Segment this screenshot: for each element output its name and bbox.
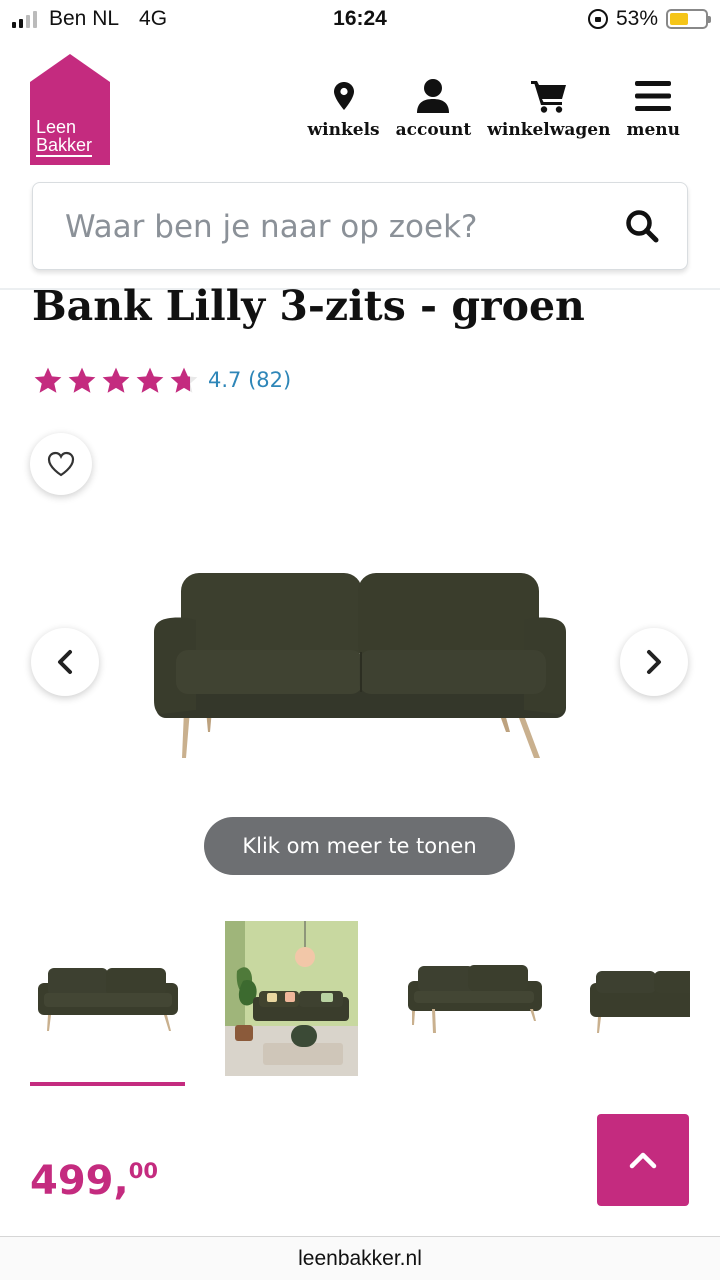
status-bar: Ben NL 4G 16:24 53% bbox=[0, 0, 720, 40]
logo-line-1: Leen bbox=[36, 117, 77, 137]
chevron-up-icon bbox=[629, 1152, 657, 1169]
search-bar bbox=[32, 182, 688, 270]
nav-account-label: account bbox=[395, 120, 472, 140]
back-to-top-button[interactable] bbox=[597, 1114, 689, 1206]
heart-icon bbox=[47, 451, 75, 477]
chevron-right-icon bbox=[647, 650, 661, 674]
leen-bakker-logo[interactable]: Leen Bakker bbox=[30, 54, 110, 165]
search-input[interactable] bbox=[65, 203, 625, 251]
location-pin-icon bbox=[333, 76, 354, 116]
thumbnail-sofa-side[interactable] bbox=[588, 921, 690, 1076]
rating-stars bbox=[32, 366, 200, 394]
search-button[interactable] bbox=[625, 209, 661, 245]
thumbnail-strip bbox=[30, 921, 690, 1091]
star-icon bbox=[34, 367, 62, 393]
nav-winkelwagen[interactable]: winkelwagen bbox=[487, 76, 610, 140]
logo-line-2: Bakker bbox=[36, 135, 93, 157]
price-cents: 00 bbox=[128, 1159, 158, 1183]
logo-text: Leen Bakker bbox=[36, 117, 93, 157]
star-icon bbox=[170, 367, 198, 393]
star-icon bbox=[68, 367, 96, 393]
product-title: Bank Lilly 3-zits - groen bbox=[32, 282, 585, 330]
gallery-next-button[interactable] bbox=[620, 628, 688, 696]
product-rating[interactable]: 4.7 (82) bbox=[32, 366, 291, 394]
battery-icon bbox=[666, 9, 711, 29]
rotation-lock-icon bbox=[587, 9, 608, 29]
gallery-prev-button[interactable] bbox=[31, 628, 99, 696]
star-icon bbox=[136, 367, 164, 393]
chevron-left-icon bbox=[58, 650, 72, 674]
search-icon bbox=[626, 210, 659, 243]
browser-url-bar[interactable]: leenbakker.nl bbox=[0, 1236, 720, 1280]
thumbnail-sofa-angle[interactable] bbox=[402, 921, 547, 1076]
thumbnail-sofa-front[interactable] bbox=[30, 921, 185, 1076]
rating-text[interactable]: 4.7 (82) bbox=[208, 368, 291, 392]
active-thumbnail-indicator bbox=[30, 1082, 185, 1086]
header-nav: winkels account winkelwagen menu bbox=[308, 76, 680, 140]
nav-menu-label: menu bbox=[626, 120, 680, 140]
user-icon bbox=[417, 76, 450, 116]
status-right: 53% bbox=[587, 7, 711, 31]
star-icon bbox=[102, 367, 130, 393]
product-main-image[interactable] bbox=[148, 560, 572, 766]
favorite-button[interactable] bbox=[30, 433, 92, 495]
price-main: 499, bbox=[30, 1158, 129, 1204]
battery-percent: 53% bbox=[615, 7, 658, 30]
thumbnail-sofa-in-room[interactable] bbox=[225, 921, 358, 1076]
nav-menu[interactable]: menu bbox=[626, 76, 680, 140]
nav-winkelwagen-label: winkelwagen bbox=[487, 120, 611, 140]
browser-url: leenbakker.nl bbox=[298, 1246, 422, 1270]
cart-icon bbox=[530, 76, 567, 116]
show-more-button[interactable]: Klik om meer te tonen bbox=[204, 817, 515, 875]
nav-winkels[interactable]: winkels bbox=[308, 76, 380, 140]
hamburger-menu-icon bbox=[635, 76, 672, 116]
product-price: 499,00 bbox=[30, 1158, 158, 1204]
nav-account[interactable]: account bbox=[395, 76, 472, 140]
nav-winkels-label: winkels bbox=[307, 120, 380, 140]
